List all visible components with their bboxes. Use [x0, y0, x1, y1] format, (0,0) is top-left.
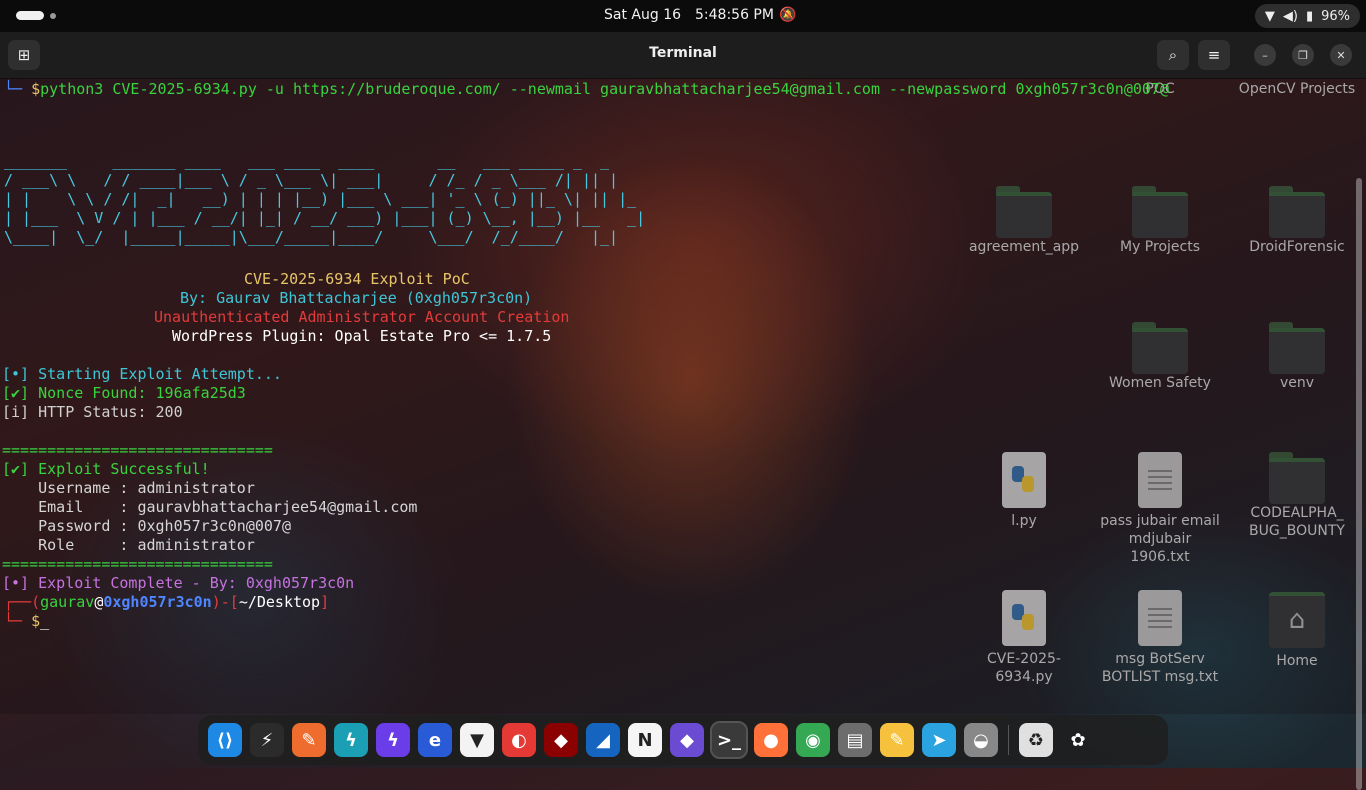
dock-text-editor-icon[interactable]: ✎ [880, 723, 914, 757]
search-button[interactable]: ⌕ [1157, 40, 1189, 70]
activities-button[interactable] [16, 11, 56, 20]
minimize-button[interactable]: – [1254, 44, 1276, 66]
wifi-icon: ▼ [1264, 8, 1275, 24]
scrollbar[interactable] [1356, 178, 1362, 790]
exploit-success: [✔] Exploit Successful! [2, 460, 210, 478]
dock-terminal-icon[interactable]: >_ [710, 721, 748, 759]
cursor: _ [40, 612, 50, 630]
menu-button[interactable]: ≡ [1198, 40, 1230, 70]
shell-prompt: ┌──(gaurav@0xgh057r3c0n)-[~/Desktop] [4, 593, 330, 611]
battery-percent: 96% [1321, 8, 1350, 24]
separator-bottom: ============================== [2, 555, 273, 573]
banner-plugin: WordPress Plugin: Opal Estate Pro <= 1.7… [172, 327, 552, 345]
dock-caido-icon[interactable]: ϟ [376, 723, 410, 757]
workspace-indicator [16, 11, 44, 20]
workspace-dot [50, 12, 56, 19]
dock-telegram-icon[interactable]: ➤ [922, 723, 956, 757]
search-icon: ⌕ [1168, 46, 1178, 64]
time-label: 5:48:56 PM [695, 7, 774, 23]
top-bar: Sat Aug 16 5:48:56 PM 🔕 ▼ ◀) ▮ 96% [0, 0, 1366, 32]
dock-vscode-icon[interactable]: ⟨⟩ [208, 723, 242, 757]
dock-metasploit-icon[interactable]: ◆ [544, 723, 578, 757]
dock-firefox-icon[interactable]: ● [754, 723, 788, 757]
result-password: Password : 0xgh057r3c0n@007@ [2, 517, 291, 535]
maximize-button[interactable]: ❐ [1292, 44, 1314, 66]
dock-edge-icon[interactable]: e [418, 723, 452, 757]
system-menu[interactable]: ▼ ◀) ▮ 96% [1254, 4, 1360, 28]
volume-icon: ◀) [1282, 8, 1298, 24]
dock-notion-icon[interactable]: N [628, 723, 662, 757]
ascii-art-line: | |___ \ V / | |___ / __/| |_| / __/ ___… [4, 209, 646, 227]
dock-burp-icon[interactable]: ⚡ [250, 723, 284, 757]
log-nonce: [✔] Nonce Found: 196afa25d3 [2, 384, 246, 402]
banner-title: CVE-2025-6934 Exploit PoC [244, 270, 470, 288]
dock-proton-vpn-icon[interactable]: ▼ [460, 723, 494, 757]
banner-description: Unauthenticated Administrator Account Cr… [154, 308, 570, 326]
ascii-art-line: \____| \_/ |_____|_____|\___/_____|____/… [4, 228, 619, 246]
battery-icon: ▮ [1305, 8, 1314, 24]
log-http-status: [i] HTTP Status: 200 [2, 403, 183, 421]
terminal-output[interactable]: └─ $python3 CVE-2025-6934.py -u https://… [0, 78, 1366, 790]
ascii-art-line: _______ _______ ____ ___ ____ ____ __ __… [4, 152, 610, 170]
close-button[interactable]: ✕ [1330, 44, 1352, 66]
result-email: Email : gauravbhattacharjee54@gmail.com [2, 498, 418, 516]
dock-separator [1008, 725, 1009, 755]
ascii-art-line: / ___\ \ / / ____|___ \ / _ \___ \| ___|… [4, 171, 619, 189]
exploit-complete: [•] Exploit Complete - By: 0xgh057r3c0n [2, 574, 355, 592]
dock-red-app-icon[interactable]: ◐ [502, 723, 536, 757]
dock: ⟨⟩ ⚡ ✎ ϟ ϟ e ▼ ◐ ◆ ◢ N ◆ >_ ● ◉ ▤ ✎ ➤ ◒ ♻ ✿ [198, 715, 1168, 765]
clock[interactable]: Sat Aug 16 5:48:56 PM [604, 7, 774, 23]
result-username: Username : administrator [2, 479, 255, 497]
terminal-titlebar: ⊞ Terminal ⌕ ≡ – ❐ ✕ [0, 32, 1366, 79]
dock-chrome-icon[interactable]: ◉ [796, 723, 830, 757]
banner-author: By: Gaurav Bhattacharjee (0xgh057r3c0n) [180, 289, 533, 307]
date-label: Sat Aug 16 [604, 7, 682, 23]
dock-postman-icon[interactable]: ✎ [292, 723, 326, 757]
hamburger-icon: ≡ [1207, 46, 1221, 64]
dock-files-icon[interactable]: ▤ [838, 723, 872, 757]
notifications-off-icon: 🔕 [779, 7, 797, 23]
shell-input-line[interactable]: └─ $_ [4, 612, 49, 631]
ascii-art-line: | | \ \ / /| _| __) | | | |__) |___ \ __… [4, 190, 637, 208]
separator-top: ============================== [2, 441, 273, 459]
dock-wireshark-icon[interactable]: ◢ [586, 723, 620, 757]
dock-trash-icon[interactable]: ♻ [1019, 723, 1053, 757]
command-line: └─ $python3 CVE-2025-6934.py -u https://… [4, 80, 1169, 98]
dock-obsidian-icon[interactable]: ◆ [670, 723, 704, 757]
dock-zap-icon[interactable]: ϟ [334, 723, 368, 757]
dock-show-apps-icon[interactable]: ✿ [1061, 723, 1095, 757]
log-starting: [•] Starting Exploit Attempt... [2, 365, 282, 383]
dock-pro-app-icon[interactable]: ◒ [964, 723, 998, 757]
result-role: Role : administrator [2, 536, 255, 554]
